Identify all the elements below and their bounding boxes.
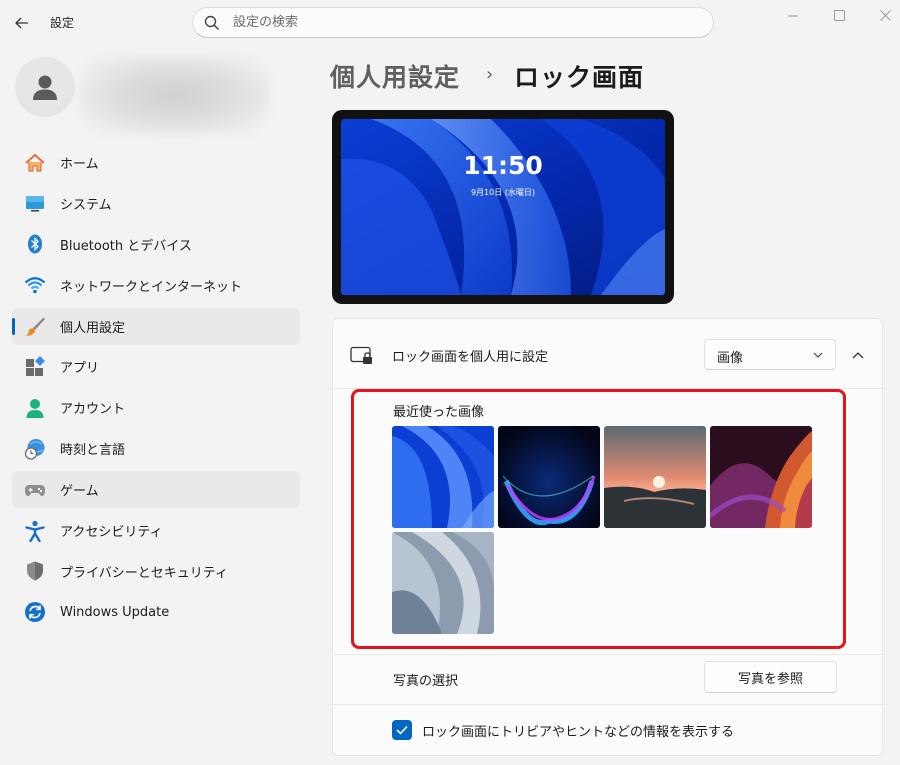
recent-image-thumbnail[interactable] bbox=[498, 426, 600, 528]
sidebar-item-label: アクセシビリティ bbox=[60, 525, 163, 541]
chevron-up-icon bbox=[852, 351, 864, 358]
checkmark-icon bbox=[396, 725, 408, 735]
collapse-button[interactable] bbox=[846, 339, 870, 370]
sidebar-item-label: ネットワークとインターネット bbox=[60, 279, 243, 295]
shield-icon bbox=[24, 560, 46, 582]
recent-image-thumbnail[interactable] bbox=[392, 426, 494, 528]
sidebar-item-gaming[interactable]: ゲーム bbox=[12, 471, 300, 509]
sidebar-item-label: 個人用設定 bbox=[60, 320, 126, 336]
home-icon bbox=[24, 152, 46, 174]
sidebar-item-label: Windows Update bbox=[60, 604, 170, 620]
username-redacted bbox=[80, 55, 270, 135]
sidebar-item-label: ホーム bbox=[60, 157, 99, 172]
close-button[interactable] bbox=[862, 0, 900, 30]
update-icon bbox=[24, 601, 46, 623]
sidebar-item-label: Bluetooth とデバイス bbox=[60, 238, 192, 254]
background-type-dropdown[interactable]: 画像 bbox=[704, 339, 836, 370]
row-divider bbox=[333, 704, 882, 705]
search-input[interactable] bbox=[231, 14, 695, 31]
sidebar-item-accounts[interactable]: アカウント bbox=[12, 389, 300, 426]
gamepad-icon bbox=[24, 479, 46, 501]
maximize-icon bbox=[833, 9, 845, 21]
wallpaper-bloom-image bbox=[341, 119, 665, 295]
sidebar-item-label: 時刻と言語 bbox=[60, 443, 126, 459]
wallpaper-gray-bloom-image bbox=[392, 532, 494, 634]
row-divider bbox=[333, 388, 882, 389]
sidebar-item-privacy[interactable]: プライバシーとセキュリティ bbox=[12, 553, 300, 590]
lock-screen-icon bbox=[350, 346, 372, 364]
recent-image-thumbnail[interactable] bbox=[392, 532, 494, 634]
wifi-icon bbox=[24, 274, 46, 296]
apps-icon bbox=[24, 356, 46, 378]
back-button[interactable] bbox=[8, 10, 36, 36]
preview-time: 11:50 bbox=[463, 151, 543, 180]
sidebar-item-accessibility[interactable]: アクセシビリティ bbox=[12, 512, 300, 549]
avatar[interactable] bbox=[15, 57, 75, 117]
breadcrumb-separator: › bbox=[486, 64, 494, 85]
minimize-icon bbox=[787, 15, 798, 16]
recent-image-thumbnail[interactable] bbox=[710, 426, 812, 528]
browse-photos-button[interactable]: 写真を参照 bbox=[704, 661, 837, 693]
wallpaper-abstract-ribbons-image bbox=[710, 426, 812, 528]
user-icon bbox=[33, 75, 57, 100]
sidebar-item-apps[interactable]: アプリ bbox=[12, 348, 300, 385]
bluetooth-icon bbox=[24, 233, 46, 255]
page-title: ロック画面 bbox=[514, 63, 645, 92]
time-language-icon bbox=[24, 438, 46, 460]
wallpaper-blue-bloom-image bbox=[392, 426, 494, 528]
lock-screen-personalize-label: ロック画面を個人用に設定 bbox=[392, 350, 549, 365]
sidebar-item-label: プライバシーとセキュリティ bbox=[60, 565, 228, 581]
sidebar-item-system[interactable]: システム bbox=[12, 185, 300, 222]
sidebar-item-label: ゲーム bbox=[60, 484, 99, 500]
sidebar-item-network[interactable]: ネットワークとインターネット bbox=[12, 267, 300, 304]
recent-images-title: 最近使った画像 bbox=[393, 405, 485, 420]
app-title: 設定 bbox=[50, 16, 75, 30]
breadcrumb-parent[interactable]: 個人用設定 bbox=[330, 58, 460, 94]
sidebar-item-windows-update[interactable]: Windows Update bbox=[12, 594, 300, 631]
photo-select-label: 写真の選択 bbox=[393, 674, 459, 689]
sidebar-item-time-language[interactable]: 時刻と言語 bbox=[12, 430, 300, 467]
close-icon bbox=[879, 9, 891, 21]
row-divider bbox=[333, 654, 882, 655]
accessibility-icon bbox=[24, 520, 46, 542]
search-icon bbox=[204, 15, 220, 31]
preview-date: 9月10日 (水曜日) bbox=[470, 188, 536, 197]
sidebar-item-home[interactable]: ホーム bbox=[12, 144, 300, 181]
show-info-label: ロック画面にトリビアやヒントなどの情報を表示する bbox=[422, 725, 735, 740]
sidebar-item-personalization[interactable]: 個人用設定 bbox=[12, 307, 300, 345]
sidebar-item-label: アカウント bbox=[60, 402, 126, 418]
sidebar-item-bluetooth[interactable]: Bluetooth とデバイス bbox=[12, 226, 300, 263]
sidebar-nav: ホーム システム Bluetooth とデバイス ネットワークとインターネット … bbox=[12, 144, 300, 635]
chevron-down-icon bbox=[813, 352, 823, 358]
sidebar-item-label: システム bbox=[60, 197, 112, 213]
sidebar-item-label: アプリ bbox=[60, 361, 100, 377]
system-icon bbox=[24, 192, 46, 214]
minimize-button[interactable] bbox=[770, 0, 816, 30]
account-icon bbox=[24, 397, 46, 419]
dropdown-value: 画像 bbox=[717, 351, 744, 366]
preview-wallpaper: 11:50 9月10日 (水曜日) bbox=[341, 119, 665, 295]
brush-icon bbox=[24, 315, 46, 337]
wallpaper-glow-image bbox=[498, 426, 600, 528]
search-box[interactable] bbox=[192, 7, 714, 38]
show-info-checkbox[interactable] bbox=[392, 720, 412, 740]
recent-image-thumbnail[interactable] bbox=[604, 426, 706, 528]
lock-screen-preview: 11:50 9月10日 (水曜日) bbox=[332, 110, 674, 304]
wallpaper-sunset-lake-image bbox=[604, 426, 706, 528]
back-arrow-icon bbox=[15, 17, 28, 29]
maximize-button[interactable] bbox=[816, 0, 862, 30]
